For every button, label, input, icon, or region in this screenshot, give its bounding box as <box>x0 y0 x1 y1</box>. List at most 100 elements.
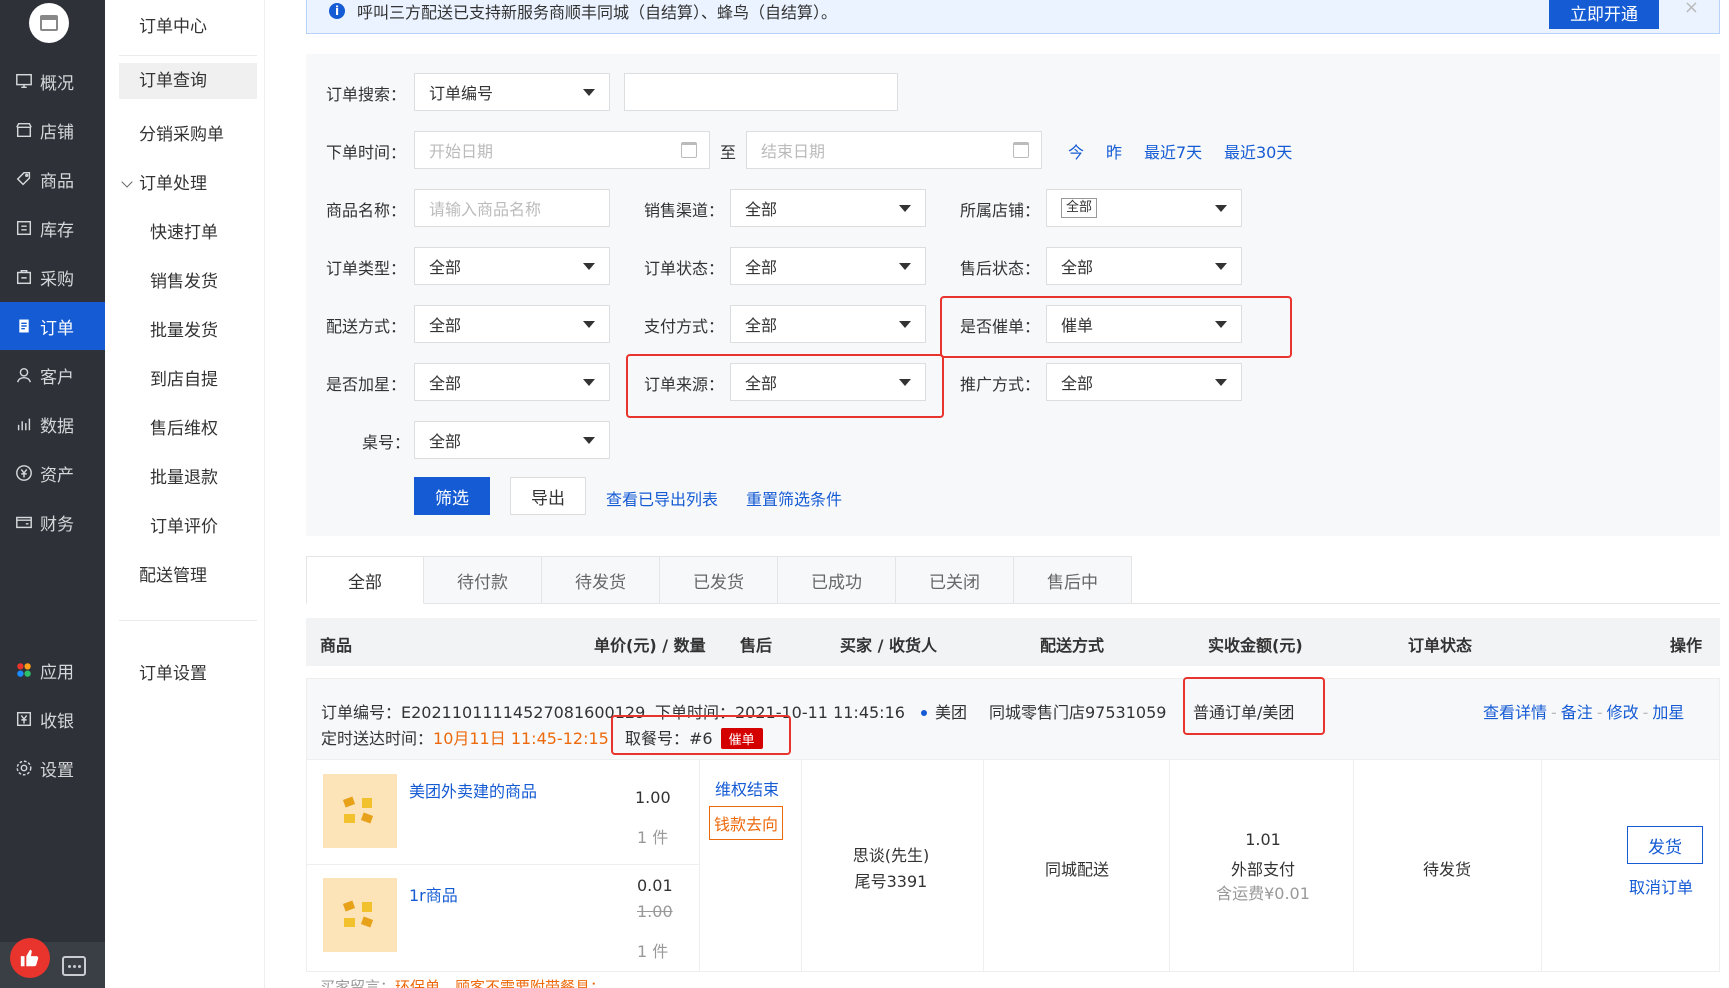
close-icon[interactable]: × <box>1684 0 1699 18</box>
nav-purchase[interactable]: 采购 <box>0 253 105 301</box>
tab-all[interactable]: 全部 <box>306 556 424 604</box>
quick-7days[interactable]: 最近7天 <box>1144 139 1202 163</box>
calendar-icon <box>1013 142 1029 158</box>
table-no-select[interactable]: 全部 <box>414 421 610 459</box>
quick-30days[interactable]: 最近30天 <box>1224 139 1292 163</box>
deliver-time: 10月11日 11:45-12:15 <box>433 729 609 748</box>
subnav-item-after-sales[interactable]: 售后维权 <box>150 414 218 439</box>
nav-finance[interactable]: 财务 <box>0 498 105 546</box>
nav-label: 客户 <box>40 367 74 388</box>
select-value: 全部 <box>745 258 778 277</box>
col-amount: 实收金额(元) <box>1208 636 1303 655</box>
remark-link[interactable]: 备注 <box>1561 703 1593 722</box>
subnav-item-order-review[interactable]: 订单评价 <box>150 512 218 537</box>
subnav-item-delivery-manage[interactable]: 配送管理 <box>139 561 207 586</box>
edit-link[interactable]: 修改 <box>1607 703 1639 722</box>
select-value: 全部 <box>745 200 778 219</box>
after-sale-select[interactable]: 全部 <box>1046 247 1242 285</box>
purchase-icon <box>14 267 34 287</box>
subnav-item-self-pickup[interactable]: 到店自提 <box>150 365 218 390</box>
tab-unpaid[interactable]: 待付款 <box>424 556 542 604</box>
subnav-item-batch-refund[interactable]: 批量退款 <box>150 463 218 488</box>
subnav-item-order-settings[interactable]: 订单设置 <box>139 659 207 684</box>
pay-select[interactable]: 全部 <box>730 305 926 343</box>
thumbs-up-icon <box>20 949 39 967</box>
caret-down-icon <box>1215 321 1227 328</box>
goods-price: 1.00 <box>635 788 671 807</box>
goods-thumbnail[interactable] <box>323 878 397 952</box>
star-link[interactable]: 加星 <box>1652 703 1684 722</box>
cancel-order-link[interactable]: 取消订单 <box>1629 874 1693 898</box>
search-input[interactable] <box>624 73 898 111</box>
end-date-input[interactable]: 结束日期 <box>746 131 1042 169</box>
star-select[interactable]: 全部 <box>414 363 610 401</box>
refund-flow-button[interactable]: 钱款去向 <box>709 806 784 840</box>
nav-cashier[interactable]: 收银 <box>0 695 105 743</box>
reset-filter-link[interactable]: 重置筛选条件 <box>746 486 842 510</box>
nav-shop[interactable]: 店铺 <box>0 106 105 154</box>
order-icon <box>14 316 34 336</box>
tab-after-sale[interactable]: 售后中 <box>1014 556 1132 604</box>
search-type-select[interactable]: 订单编号 <box>414 73 610 111</box>
goods-qty: 1 件 <box>637 828 669 847</box>
main-sidebar: 概况 店铺 商品 库存 采购 订单 客户 数据 资产 财务 应用 收银 设置 <box>0 0 105 988</box>
subnav-item-order-query[interactable]: 订单查询 <box>119 63 257 99</box>
goods-name-input[interactable]: 请输入商品名称 <box>414 189 610 227</box>
order-time-label: 下单时间： <box>326 143 407 162</box>
channel-select[interactable]: 全部 <box>730 189 926 227</box>
order-status-select[interactable]: 全部 <box>730 247 926 285</box>
subnav-item-batch-ship[interactable]: 批量发货 <box>150 316 218 341</box>
ship-button[interactable]: 发货 <box>1627 826 1703 864</box>
nav-customer[interactable]: 客户 <box>0 351 105 399</box>
nav-data[interactable]: 数据 <box>0 400 105 448</box>
apps-icon <box>14 660 34 680</box>
goods-thumbnail[interactable] <box>323 774 397 848</box>
store-select[interactable]: 全部 <box>1046 189 1242 227</box>
subnav-item-quick-print[interactable]: 快速打单 <box>150 218 218 243</box>
nav-order[interactable]: 订单 <box>0 302 105 350</box>
delivery-label: 配送方式： <box>326 317 407 336</box>
tag-icon <box>14 169 34 189</box>
nav-assets[interactable]: 资产 <box>0 449 105 497</box>
tab-to-ship[interactable]: 待发货 <box>542 556 660 604</box>
activate-button[interactable]: 立即开通 <box>1549 0 1659 29</box>
tab-closed[interactable]: 已关闭 <box>896 556 1014 604</box>
promo-select[interactable]: 全部 <box>1046 363 1242 401</box>
nav-inventory[interactable]: 库存 <box>0 204 105 252</box>
quick-today[interactable]: 今 <box>1068 139 1084 163</box>
delivery-select[interactable]: 全部 <box>414 305 610 343</box>
tab-shipped[interactable]: 已发货 <box>660 556 778 604</box>
subnav-item-sales-ship[interactable]: 销售发货 <box>150 267 218 292</box>
filter-button[interactable]: 筛选 <box>414 477 490 515</box>
nav-goods[interactable]: 商品 <box>0 155 105 203</box>
source-select[interactable]: 全部 <box>730 363 926 401</box>
yen-icon <box>14 463 34 483</box>
nav-apps[interactable]: 应用 <box>0 646 105 694</box>
nav-overview[interactable]: 概况 <box>0 57 105 105</box>
freight-info: 含运费¥0.01 <box>1216 884 1310 903</box>
subnav-group-order-process[interactable]: 订单处理 <box>121 169 207 194</box>
goods-name-link[interactable]: 美团外卖建的商品 <box>409 778 537 802</box>
start-date-input[interactable]: 开始日期 <box>414 131 710 169</box>
nav-settings[interactable]: 设置 <box>0 744 105 792</box>
goods-name-link[interactable]: 1r商品 <box>409 882 458 906</box>
caret-down-icon <box>583 437 595 444</box>
order-actions: 查看详情 - 备注 - 修改 - 加星 <box>1483 703 1685 722</box>
subnav-item-distribution[interactable]: 分销采购单 <box>139 120 224 145</box>
goods-image-icon <box>342 900 374 928</box>
export-button[interactable]: 导出 <box>510 477 586 515</box>
store-logo[interactable] <box>29 3 69 43</box>
order-status-label: 订单状态： <box>644 259 725 278</box>
tab-success[interactable]: 已成功 <box>778 556 896 604</box>
view-detail-link[interactable]: 查看详情 <box>1483 703 1547 722</box>
chat-icon[interactable] <box>62 956 86 976</box>
nav-label: 库存 <box>40 220 74 241</box>
view-exported-link[interactable]: 查看已导出列表 <box>606 486 718 510</box>
urge-select[interactable]: 催单 <box>1046 305 1242 343</box>
feedback-button[interactable] <box>10 938 50 978</box>
message-text: 环保单，顾客不需要附带餐具； <box>395 978 606 988</box>
order-status: 待发货 <box>1422 860 1471 879</box>
order-type-select[interactable]: 全部 <box>414 247 610 285</box>
after-sale-status-link[interactable]: 维权结束 <box>715 776 779 800</box>
quick-yesterday[interactable]: 昨 <box>1106 139 1122 163</box>
